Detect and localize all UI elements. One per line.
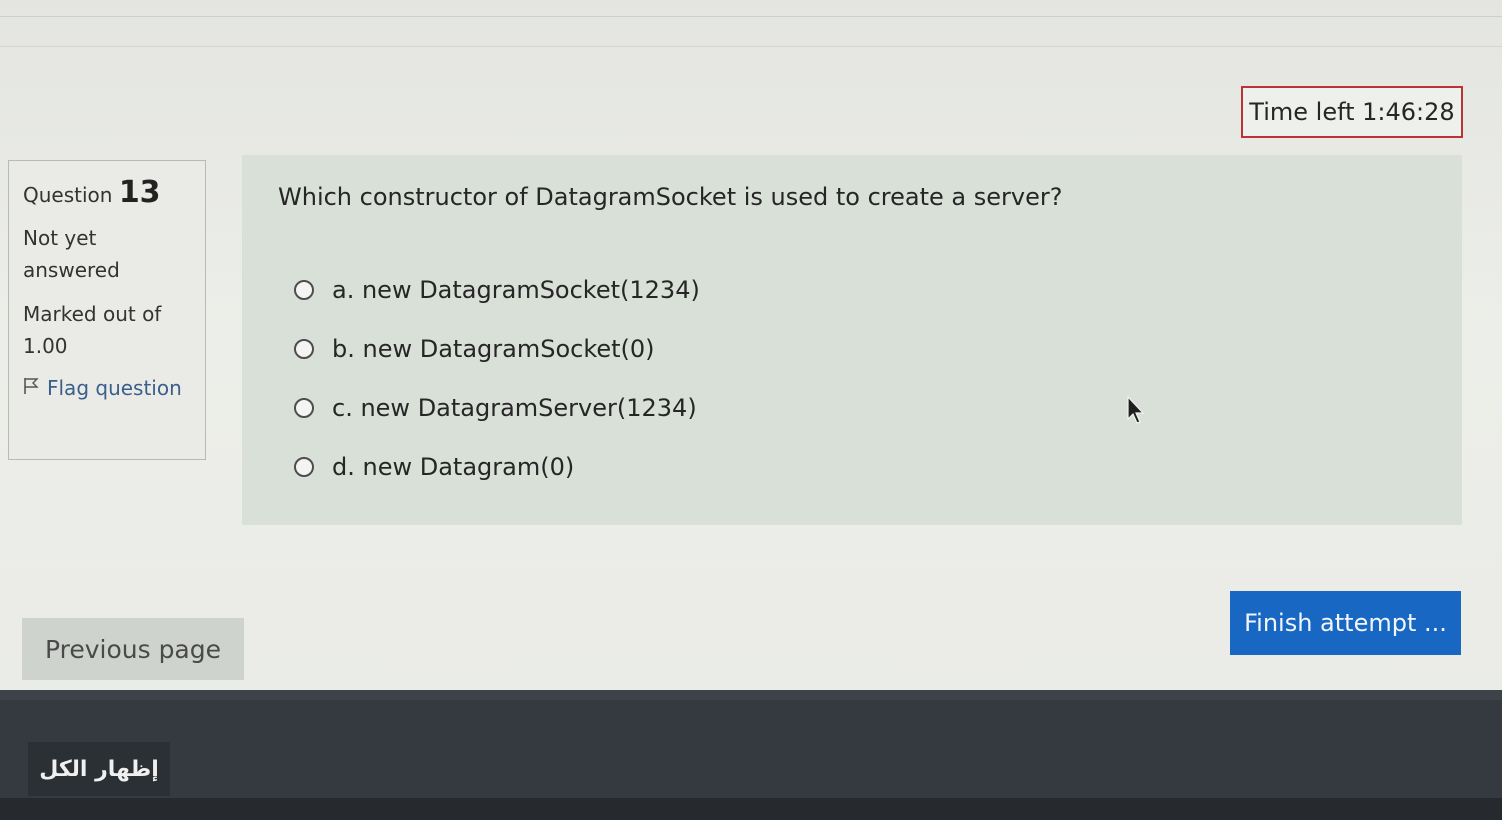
radio-button[interactable] <box>294 397 314 418</box>
answer-option-c[interactable]: c. new DatagramServer(1234) <box>294 378 700 437</box>
flag-icon <box>23 374 39 406</box>
question-panel: Which constructor of DatagramSocket is u… <box>242 155 1462 525</box>
answer-label: d. new Datagram(0) <box>332 452 575 481</box>
top-divider <box>0 16 1502 17</box>
question-grade: Marked out of 1.00 <box>23 302 162 358</box>
question-heading: Question 13 <box>23 175 191 210</box>
answer-option-a[interactable]: a. new DatagramSocket(1234) <box>294 260 700 319</box>
mouse-pointer-icon <box>1126 395 1148 425</box>
quiz-page: Time left 1:46:28 Question 13 Not yet an… <box>0 0 1502 820</box>
radio-button[interactable] <box>294 279 314 300</box>
answer-label: b. new DatagramSocket(0) <box>332 334 655 363</box>
answer-list: a. new DatagramSocket(1234) b. new Datag… <box>294 260 700 496</box>
radio-button[interactable] <box>294 338 314 359</box>
question-text: Which constructor of DatagramSocket is u… <box>278 183 1063 211</box>
answer-option-d[interactable]: d. new Datagram(0) <box>294 437 700 496</box>
show-all-button[interactable]: إظهار الكل <box>28 742 170 796</box>
answer-label: c. new DatagramServer(1234) <box>332 393 697 422</box>
question-label: Question <box>23 183 113 207</box>
question-state: Not yet answered <box>23 226 120 282</box>
finish-attempt-button[interactable]: Finish attempt ... <box>1230 591 1461 655</box>
question-number: 13 <box>118 175 161 210</box>
answer-option-b[interactable]: b. new DatagramSocket(0) <box>294 319 700 378</box>
timer-label: Time left 1:46:28 <box>1249 98 1455 126</box>
top-divider-secondary <box>0 46 1502 47</box>
footer-bottom-bar <box>0 798 1502 820</box>
flag-question-link[interactable]: Flag question <box>23 372 191 406</box>
question-info-box: Question 13 Not yet answered Marked out … <box>8 160 206 460</box>
time-left-timer: Time left 1:46:28 <box>1241 86 1463 138</box>
answer-label: a. new DatagramSocket(1234) <box>332 275 700 304</box>
radio-button[interactable] <box>294 456 314 477</box>
flag-question-label: Flag question <box>47 376 182 400</box>
previous-page-button[interactable]: Previous page <box>22 618 244 680</box>
